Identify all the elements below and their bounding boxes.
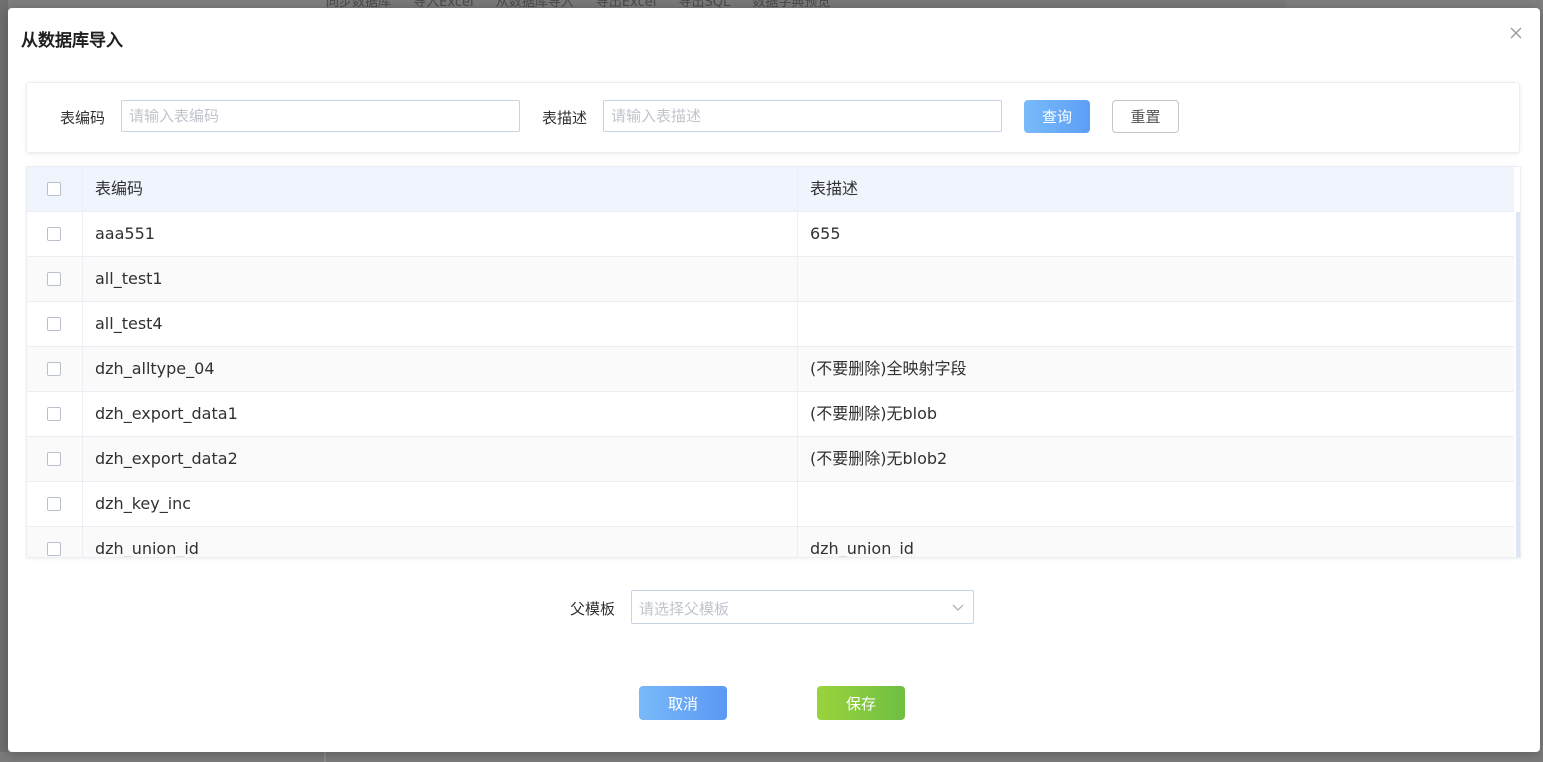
column-header-code: 表编码 <box>83 167 798 211</box>
chevron-down-icon <box>952 604 964 611</box>
row-checkbox[interactable] <box>47 407 61 421</box>
close-icon[interactable] <box>1508 26 1524 42</box>
table-row[interactable]: dzh_union_id dzh_union_id <box>27 527 1514 558</box>
cancel-button[interactable]: 取消 <box>639 686 727 720</box>
row-code: aaa551 <box>83 212 798 256</box>
table-desc-label: 表描述 <box>542 109 588 127</box>
table-row[interactable]: dzh_key_inc <box>27 482 1514 527</box>
import-dialog: 从数据库导入 表编码 表描述 查询 重置 表编码 表描述 aaa551 655 … <box>8 8 1540 752</box>
reset-button[interactable]: 重置 <box>1112 100 1179 133</box>
background-left-strip <box>0 0 8 762</box>
row-checkbox-cell <box>27 527 83 557</box>
dialog-title: 从数据库导入 <box>21 31 123 51</box>
query-button[interactable]: 查询 <box>1024 100 1090 133</box>
table-row[interactable]: aaa551 655 <box>27 212 1514 257</box>
row-checkbox-cell <box>27 437 83 481</box>
parent-template-label: 父模板 <box>570 600 616 618</box>
row-code: dzh_export_data2 <box>83 437 798 481</box>
row-desc: dzh_union_id <box>810 539 914 558</box>
row-desc: (不要删除)无blob <box>810 404 938 423</box>
table-row[interactable]: all_test4 <box>27 302 1514 347</box>
row-checkbox[interactable] <box>47 227 61 241</box>
column-header-desc: 表描述 <box>810 179 859 198</box>
select-all-checkbox[interactable] <box>47 182 61 196</box>
table-code-input[interactable] <box>121 100 520 132</box>
parent-template-select[interactable]: 请选择父模板 <box>631 590 974 624</box>
row-code: dzh_alltype_04 <box>83 347 798 391</box>
row-checkbox[interactable] <box>47 452 61 466</box>
row-checkbox[interactable] <box>47 317 61 331</box>
row-checkbox[interactable] <box>47 497 61 511</box>
row-desc: (不要删除)全映射字段 <box>810 359 967 378</box>
table-scrollbar[interactable] <box>1516 212 1520 557</box>
save-button[interactable]: 保存 <box>817 686 905 720</box>
table-header-row: 表编码 表描述 <box>27 167 1514 212</box>
parent-template-placeholder: 请选择父模板 <box>639 600 730 618</box>
row-checkbox-cell <box>27 257 83 301</box>
row-checkbox-cell <box>27 302 83 346</box>
table-code-label: 表编码 <box>60 109 106 127</box>
background-divider <box>324 752 326 762</box>
table-row[interactable]: dzh_alltype_04 (不要删除)全映射字段 <box>27 347 1514 392</box>
row-checkbox-cell <box>27 347 83 391</box>
row-code: all_test1 <box>83 257 798 301</box>
row-code: dzh_union_id <box>83 527 798 557</box>
table-row[interactable]: dzh_export_data2 (不要删除)无blob2 <box>27 437 1514 482</box>
select-all-cell <box>27 167 83 211</box>
row-desc <box>798 302 1514 346</box>
row-checkbox[interactable] <box>47 362 61 376</box>
row-checkbox-cell <box>27 482 83 526</box>
table-list: 表编码 表描述 aaa551 655 all_test1 all_test4 d… <box>26 166 1521 558</box>
row-checkbox[interactable] <box>47 272 61 286</box>
row-desc <box>798 482 1514 526</box>
row-code: dzh_key_inc <box>83 482 798 526</box>
row-checkbox-cell <box>27 392 83 436</box>
row-checkbox[interactable] <box>47 542 61 556</box>
row-checkbox-cell <box>27 212 83 256</box>
table-row[interactable]: all_test1 <box>27 257 1514 302</box>
row-desc <box>798 257 1514 301</box>
row-code: all_test4 <box>83 302 798 346</box>
table-desc-input[interactable] <box>603 100 1002 132</box>
row-code: dzh_export_data1 <box>83 392 798 436</box>
search-panel: 表编码 表描述 查询 重置 <box>26 82 1520 153</box>
background-bottom <box>0 752 1543 762</box>
row-desc: 655 <box>810 224 841 243</box>
table-row[interactable]: dzh_export_data1 (不要删除)无blob <box>27 392 1514 437</box>
row-desc: (不要删除)无blob2 <box>810 449 948 468</box>
